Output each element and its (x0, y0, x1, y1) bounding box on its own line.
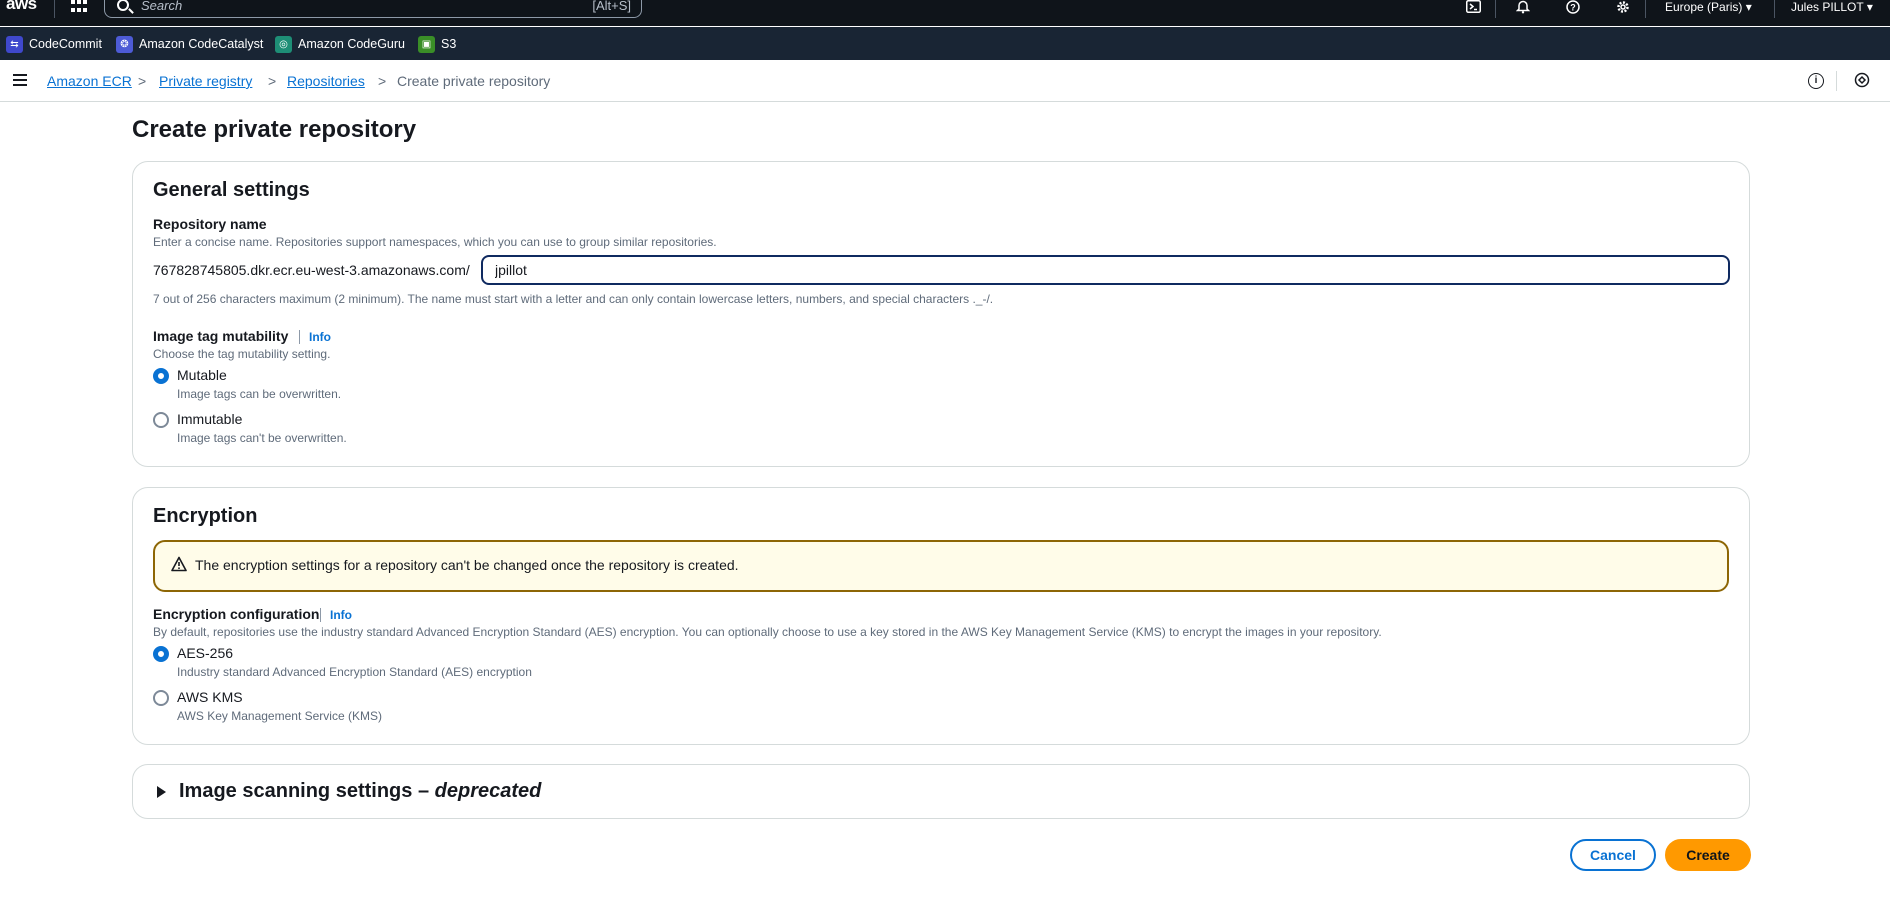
codecatalyst-icon: ❂ (116, 35, 133, 53)
encryption-title: Encryption (153, 505, 258, 527)
encryption-config-info-link[interactable]: Info (320, 608, 352, 622)
chevron-right-icon: > (138, 73, 147, 89)
region-selector[interactable]: Europe (Paris) ▾ (1665, 0, 1752, 14)
breadcrumb-amazon-ecr[interactable]: Amazon ECR (47, 73, 132, 89)
breadcrumb-current: Create private repository (397, 73, 551, 89)
top-navigation: aws Search [Alt+S] ? Europe (Paris) ▾ Ju… (0, 0, 1890, 26)
search-shortcut: [Alt+S] (592, 0, 631, 13)
breadcrumb-repositories[interactable]: Repositories (287, 73, 365, 89)
search-input[interactable]: Search [Alt+S] (104, 0, 642, 18)
cancel-button[interactable]: Cancel (1570, 839, 1656, 871)
aes256-label[interactable]: AES-256 (177, 645, 233, 661)
codecommit-icon: ⇆ (6, 35, 23, 53)
immutable-label[interactable]: Immutable (177, 411, 242, 427)
page-title: Create private repository (132, 116, 417, 143)
bell-icon[interactable] (1514, 0, 1532, 14)
general-settings-panel: General settings Repository name Enter a… (132, 161, 1750, 467)
immutable-radio[interactable] (153, 412, 169, 428)
repository-name-input[interactable] (481, 255, 1730, 285)
search-placeholder: Search (141, 0, 183, 13)
repository-name-description: Enter a concise name. Repositories suppo… (153, 235, 717, 249)
info-panel-icon[interactable]: i (1808, 73, 1824, 89)
account-menu[interactable]: Jules PILLOT ▾ (1791, 0, 1873, 14)
tag-mutability-info-link[interactable]: Info (299, 330, 331, 344)
immutable-description: Image tags can't be overwritten. (177, 431, 347, 445)
nav-divider (54, 0, 55, 18)
cloudshell-icon[interactable] (1464, 0, 1482, 14)
services-grid-icon[interactable] (71, 0, 87, 14)
svg-text:?: ? (1570, 3, 1576, 13)
mutable-radio[interactable] (153, 368, 169, 384)
s3-icon: ▣ (418, 35, 435, 53)
image-scanning-title[interactable]: Image scanning settings – deprecated (179, 780, 541, 803)
kms-label[interactable]: AWS KMS (177, 689, 243, 705)
kms-description: AWS Key Management Service (KMS) (177, 709, 382, 723)
codeguru-icon: ◎ (275, 35, 292, 53)
gear-icon[interactable] (1614, 0, 1632, 14)
mutable-label[interactable]: Mutable (177, 367, 227, 383)
favorites-bar: ⇆ CodeCommit ❂ Amazon CodeCatalyst ◎ Ama… (0, 27, 1890, 60)
mutable-description: Image tags can be overwritten. (177, 387, 342, 401)
feedback-icon[interactable] (1854, 72, 1870, 93)
chevron-right-icon: > (268, 73, 277, 89)
general-settings-title: General settings (153, 179, 310, 201)
breadcrumb-bar: Amazon ECR > Private registry > Reposito… (0, 60, 1890, 102)
encryption-config-label: Encryption configuration (153, 606, 320, 622)
aes256-radio[interactable] (153, 646, 169, 662)
image-scanning-panel[interactable]: Image scanning settings – deprecated (132, 764, 1750, 819)
warning-icon (171, 556, 187, 572)
breadcrumb-private-registry[interactable]: Private registry (159, 73, 252, 89)
encryption-panel: Encryption The encryption settings for a… (132, 487, 1750, 745)
repository-name-constraint: 7 out of 256 characters maximum (2 minim… (153, 292, 994, 306)
repository-name-label: Repository name (153, 216, 267, 232)
encryption-config-description: By default, repositories use the industr… (153, 625, 1382, 639)
repository-uri-prefix: 767828745805.dkr.ecr.eu-west-3.amazonaws… (153, 262, 470, 278)
create-button[interactable]: Create (1665, 839, 1751, 871)
caret-right-icon[interactable] (157, 786, 166, 798)
encryption-warning-text: The encryption settings for a repository… (195, 557, 739, 573)
menu-icon[interactable] (13, 74, 27, 86)
help-icon[interactable]: ? (1564, 0, 1582, 14)
favorite-codeguru[interactable]: ◎ Amazon CodeGuru (275, 34, 405, 54)
kms-radio[interactable] (153, 690, 169, 706)
chevron-right-icon: > (378, 73, 387, 89)
encryption-warning-alert: The encryption settings for a repository… (153, 540, 1729, 592)
tag-mutability-description: Choose the tag mutability setting. (153, 347, 331, 361)
favorite-codecatalyst[interactable]: ❂ Amazon CodeCatalyst (116, 34, 263, 54)
tag-mutability-label: Image tag mutability (153, 328, 289, 344)
favorite-s3[interactable]: ▣ S3 (418, 34, 456, 54)
aws-logo[interactable]: aws (6, 0, 37, 14)
search-icon (117, 0, 129, 11)
favorite-codecommit[interactable]: ⇆ CodeCommit (6, 34, 102, 54)
aes256-description: Industry standard Advanced Encryption St… (177, 665, 532, 679)
